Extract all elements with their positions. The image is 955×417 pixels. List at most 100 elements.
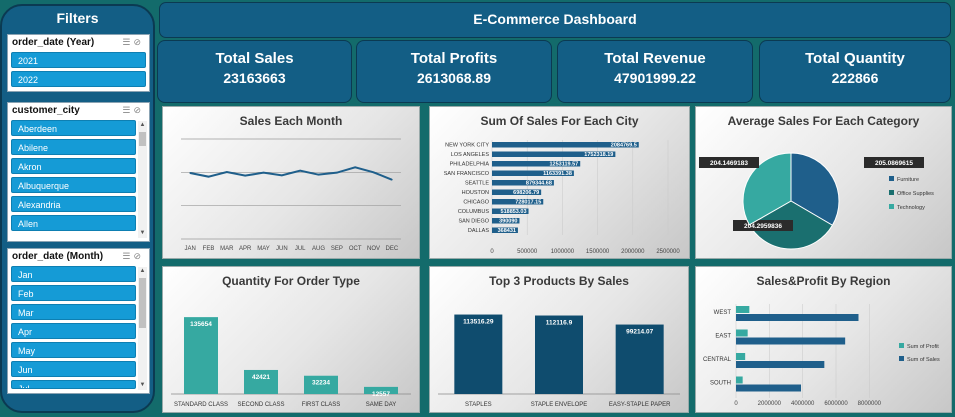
clear-filter-icon[interactable]: ⊘ [133,37,144,47]
data-label: 99214.07 [626,329,653,336]
slicer-item[interactable]: Jul [11,380,136,389]
multi-select-icon[interactable]: ☰ [122,105,133,115]
slicer-title: order_date (Month) [12,251,104,262]
chart-sales-profit-region: Sales&Profit By Region 0 2000000 4000000 60… [695,266,952,413]
data-label: 1253119.57 [549,162,578,168]
y-tick-label: WEST [714,310,732,316]
slicer-customer-city: customer_city ☰⊘ Aberdeen Abilene Akron … [7,102,150,242]
slicer-item[interactable]: Abilene [11,139,136,155]
data-label: 1163391.38 [543,171,572,177]
slicer-item[interactable]: Akron [11,158,136,174]
clear-filter-icon[interactable]: ⊘ [133,105,144,115]
x-tick-label: 2000000 [758,401,782,407]
y-tick-label: CHICAGO [463,200,489,206]
y-tick-label: SAN FRANCISCO [444,171,490,177]
x-tick-label: 6000000 [824,401,848,407]
slicer-item[interactable]: Aberdeen [11,120,136,136]
data-label: 2084769.5 [611,143,637,149]
chart-sales-by-city: Sum Of Sales For Each City 0 500000 100000… [429,106,690,259]
x-tick-label: 0 [490,249,494,255]
sales-line [189,166,393,181]
bar-chart: 0 500000 1000000 1500000 2000000 2500000 NEW Y… [444,140,680,255]
kpi-card-total-profits: Total Profits 2613068.89 [356,40,552,103]
dashboard-title: E-Commerce Dashboard [159,2,951,38]
bar [454,314,503,394]
scrollbar[interactable]: ▲ ▼ [138,267,147,390]
kpi-card-total-sales: Total Sales 23163663 [157,40,352,103]
kpi-card-total-quantity: Total Quantity 222866 [759,40,951,103]
filters-title: Filters [56,10,99,26]
data-point [336,171,338,174]
y-tick-label: PHILADELPHIA [450,162,490,168]
slicer-title: order_date (Year) [12,37,95,48]
scroll-down-icon[interactable]: ▼ [138,381,147,390]
x-tick-label: STAPLES [465,402,492,408]
data-point [281,174,283,177]
data-label: 204.1469183 [710,160,748,167]
slicer-item[interactable]: Allen [11,215,136,231]
slicer-order-month: order_date (Month) ☰⊘ Jan Feb Mar Apr Ma… [7,248,150,394]
y-tick-label: HOUSTON [462,190,489,196]
data-point [244,174,246,177]
legend-swatch [899,343,904,348]
scroll-down-icon[interactable]: ▼ [138,229,147,238]
slicer-item[interactable]: Albuquerque [11,177,136,193]
y-tick-label: SOUTH [710,381,731,387]
legend-swatch [899,356,904,361]
x-tick-label: AUG [312,246,325,252]
x-tick-label: FIRST CLASS [302,402,341,408]
kpi-label: Total Quantity [805,50,905,67]
x-tick-label: 8000000 [858,401,882,407]
data-label: 12557 [372,391,390,398]
kpi-label: Total Revenue [604,50,706,67]
slicer-item[interactable]: Apr [11,323,136,339]
data-label: 113516.29 [463,319,494,326]
bar-chart: 0 2000000 4000000 6000000 8000000 WEST EAST CEN… [703,304,940,407]
x-tick-label: DEC [385,246,398,252]
data-label: 390090 [499,219,517,225]
slicer-item[interactable]: May [11,342,136,358]
data-point [354,166,356,169]
kpi-value: 222866 [831,70,879,86]
y-tick-label: SAN DIEGO [458,219,489,225]
x-tick-label: SECOND CLASS [237,402,284,408]
x-tick-label: SAME DAY [366,402,397,408]
bar [736,329,748,337]
clear-filter-icon[interactable]: ⊘ [133,251,144,261]
slicer-item[interactable]: Alexandria [11,196,136,212]
data-point [391,178,393,181]
bar [736,353,746,360]
kpi-value: 2613068.89 [417,70,491,86]
x-tick-label: 4000000 [791,401,815,407]
y-tick-label: LOS ANGELES [451,152,490,158]
data-label: 135654 [190,321,212,328]
legend-label: Sum of Sales [907,357,940,363]
data-label: 32234 [312,380,330,387]
bar [736,376,743,384]
y-tick-label: SEATTLE [465,181,489,187]
x-tick-label: 1000000 [551,249,575,255]
bar [736,337,846,345]
slicer-item[interactable]: Jan [11,266,136,282]
scroll-up-icon[interactable]: ▲ [138,267,147,276]
x-tick-label: 2000000 [621,249,645,255]
data-point [262,171,265,174]
data-point [317,173,320,176]
pie-chart: 205.0869615204.2959836204.1469183Furnitu… [699,152,934,250]
scroll-thumb[interactable] [139,132,146,146]
x-tick-label: 0 [734,401,738,407]
scrollbar[interactable]: ▲ ▼ [138,121,147,238]
scroll-thumb[interactable] [139,278,146,328]
slicer-item[interactable]: 2022 [11,71,146,87]
slicer-item[interactable]: Mar [11,304,136,320]
scroll-up-icon[interactable]: ▲ [138,121,147,130]
legend-label: Furniture [897,177,919,183]
data-label: 205.0869615 [875,160,913,167]
slicer-item[interactable]: Feb [11,285,136,301]
chart-avg-sales-category: Average Sales For Each Category 205.0869… [695,106,952,259]
x-tick-label: 1500000 [586,249,610,255]
multi-select-icon[interactable]: ☰ [122,251,133,261]
slicer-item[interactable]: Jun [11,361,136,377]
slicer-item[interactable]: 2021 [11,52,146,68]
multi-select-icon[interactable]: ☰ [122,37,133,47]
